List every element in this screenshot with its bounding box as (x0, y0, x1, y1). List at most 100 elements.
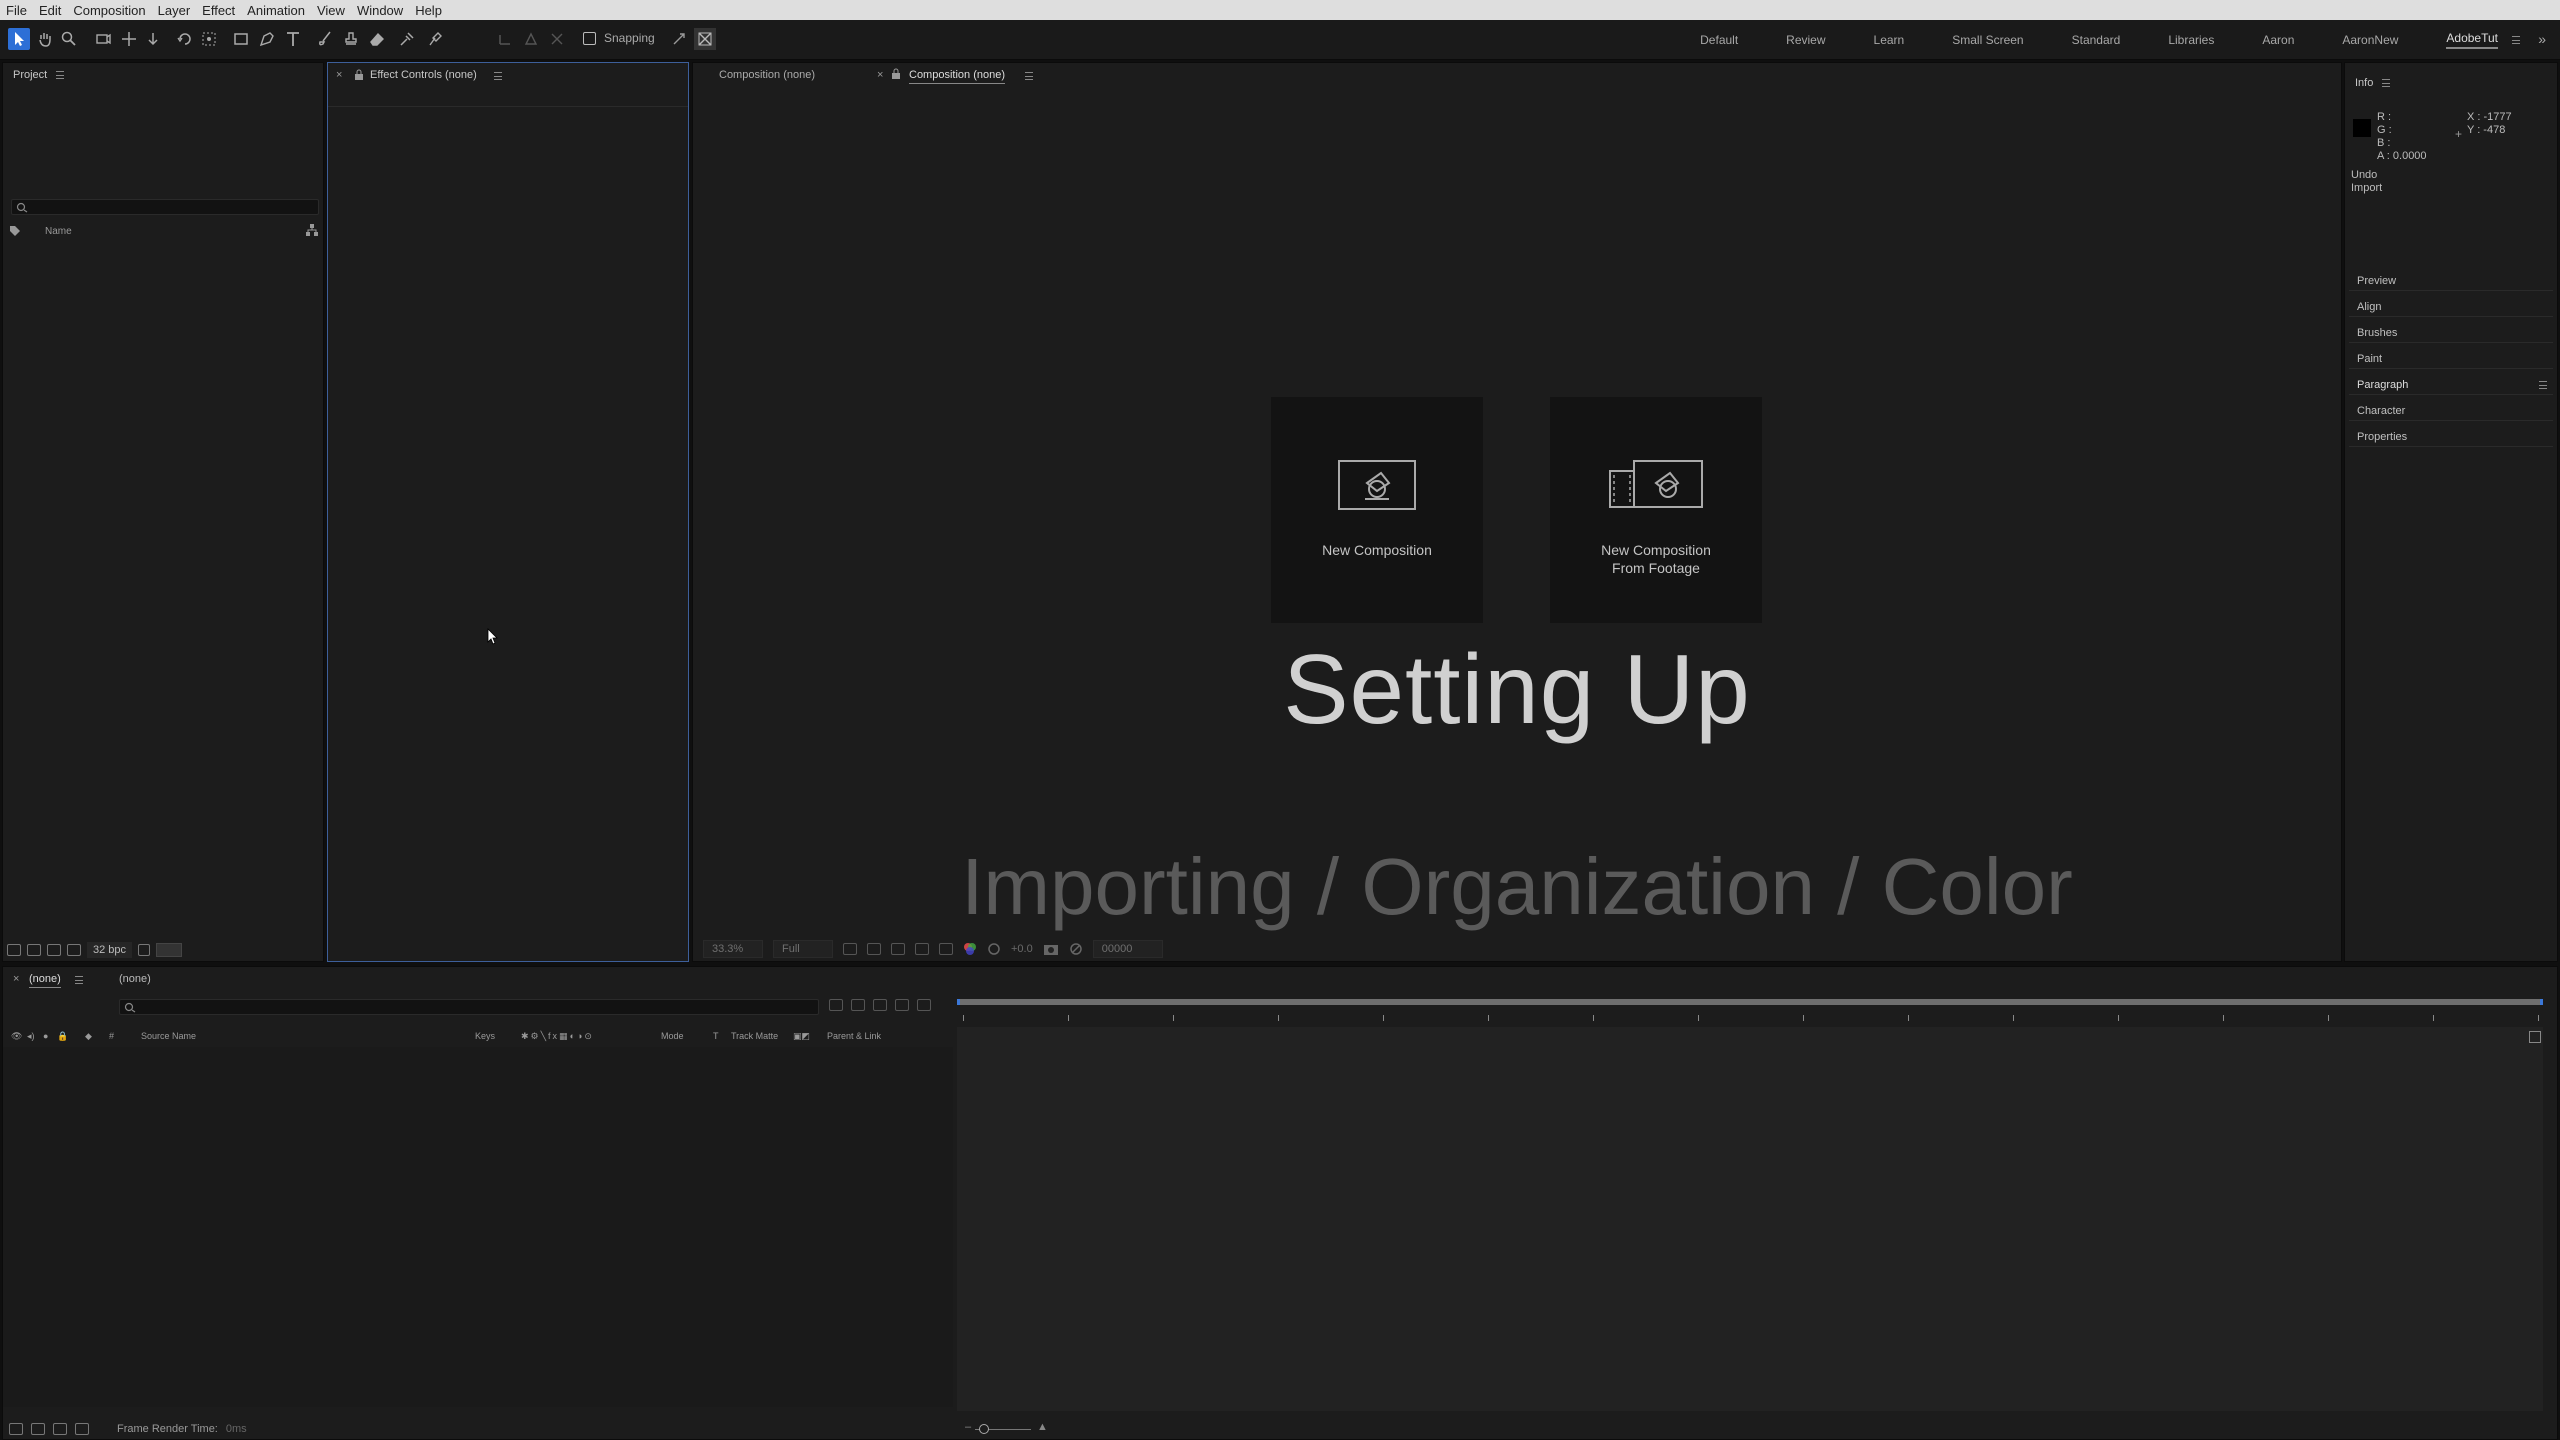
project-search-input[interactable] (11, 199, 319, 215)
frame-blending-icon[interactable] (895, 999, 909, 1011)
transparency-grid-icon[interactable] (867, 943, 881, 955)
brushes-panel-tab[interactable]: Brushes (2349, 323, 2553, 343)
in-out-toggle-icon[interactable] (53, 1423, 67, 1435)
workspace-menu-icon[interactable] (2512, 36, 2520, 44)
new-composition-icon[interactable] (47, 944, 61, 956)
menu-animation[interactable]: Animation (247, 3, 305, 18)
solo-icon[interactable]: ● (43, 1031, 48, 1041)
workspace-small-screen[interactable]: Small Screen (1952, 33, 2023, 47)
menu-composition[interactable]: Composition (73, 3, 145, 18)
timeline-tab-1[interactable]: (none) (29, 973, 61, 988)
project-menu-icon[interactable] (56, 71, 65, 80)
visibility-eye-icon[interactable]: 👁 (11, 1031, 22, 1042)
composition-tab-2[interactable]: Composition (none) (909, 69, 1005, 84)
snapping-checkbox[interactable] (583, 31, 596, 45)
align-panel-tab[interactable]: Align (2349, 297, 2553, 317)
source-name-header[interactable]: Source Name (141, 1031, 196, 1041)
pan-camera-icon[interactable] (118, 28, 140, 50)
new-folder-icon[interactable] (27, 944, 41, 956)
name-column-header[interactable]: Name (45, 226, 72, 237)
world-axis-icon[interactable] (520, 28, 542, 50)
menu-file[interactable]: File (6, 3, 27, 18)
flowchart-icon[interactable] (305, 223, 319, 237)
timeline-graph-area[interactable] (957, 991, 2543, 1411)
zoom-out-icon[interactable]: – (965, 1421, 971, 1433)
lock-icon[interactable]: 🔒 (57, 1031, 68, 1042)
color-channel-icon[interactable] (963, 942, 977, 956)
workspace-default[interactable]: Default (1700, 33, 1738, 47)
menu-layer[interactable]: Layer (158, 3, 191, 18)
adjust-settings-icon[interactable] (67, 944, 81, 956)
workspace-learn[interactable]: Learn (1874, 33, 1905, 47)
view-axis-icon[interactable] (546, 28, 568, 50)
exposure-value[interactable]: +0.0 (1011, 943, 1033, 955)
zoom-dropdown[interactable]: 33.3% (703, 940, 763, 958)
anchor-point-tool-icon[interactable] (198, 28, 220, 50)
channel-icon[interactable] (939, 943, 953, 955)
zoom-tool-icon[interactable] (58, 28, 80, 50)
lock-icon[interactable] (354, 69, 364, 80)
timeline-layer-list[interactable] (3, 1047, 953, 1407)
paint-panel-tab[interactable]: Paint (2349, 349, 2553, 369)
type-tool-icon[interactable] (282, 28, 304, 50)
snapshot-camera-icon[interactable] (1043, 942, 1059, 956)
motion-blur-icon[interactable] (917, 999, 931, 1011)
menu-edit[interactable]: Edit (39, 3, 61, 18)
zoom-in-icon[interactable]: ▲ (1037, 1421, 1048, 1433)
effect-controls-title[interactable]: Effect Controls (none) (370, 69, 477, 81)
thumbnail-swatch[interactable] (156, 943, 183, 957)
orbit-camera-icon[interactable] (92, 28, 114, 50)
interpret-footage-icon[interactable] (7, 944, 21, 956)
rotate-tool-icon[interactable] (174, 28, 196, 50)
work-area-bar[interactable] (957, 999, 2543, 1005)
effect-controls-menu-icon[interactable] (494, 72, 502, 80)
zoom-slider[interactable]: – ▲ (965, 1421, 1055, 1435)
timeline-tab-2[interactable]: (none) (119, 973, 151, 985)
menu-effect[interactable]: Effect (202, 3, 235, 18)
shy-layers-icon[interactable] (873, 999, 887, 1011)
guides-icon[interactable] (915, 943, 929, 955)
clone-stamp-icon[interactable] (340, 28, 362, 50)
audio-icon[interactable]: ◂) (27, 1031, 35, 1042)
menu-view[interactable]: View (317, 3, 345, 18)
render-time-toggle-icon[interactable] (75, 1423, 89, 1435)
preview-panel-tab[interactable]: Preview (2349, 271, 2553, 291)
label-tag-icon[interactable]: ◆ (85, 1031, 92, 1042)
time-ruler[interactable] (957, 991, 2543, 1027)
draft-3d-icon[interactable] (851, 999, 865, 1011)
close-icon[interactable]: × (13, 973, 19, 985)
comp-marker-bin-icon[interactable] (2529, 1031, 2541, 1043)
layer-switches-toggle-icon[interactable] (9, 1423, 23, 1435)
show-snapshot-icon[interactable] (1069, 942, 1083, 956)
composition-menu-icon[interactable] (1025, 72, 1033, 80)
workspace-aaron[interactable]: Aaron (2262, 33, 2294, 47)
composition-tab-1[interactable]: Composition (none) (719, 69, 815, 81)
workspace-review[interactable]: Review (1786, 33, 1825, 47)
layer-switches-icons[interactable]: ✱⚙╲fx▦◐◑⊙ (521, 1031, 594, 1042)
close-icon[interactable]: × (336, 69, 342, 81)
eraser-tool-icon[interactable] (366, 28, 388, 50)
timeline-menu-icon[interactable] (75, 976, 83, 984)
current-time-display[interactable]: 00000 (1092, 940, 1163, 958)
workspace-standard[interactable]: Standard (2072, 33, 2121, 47)
roto-brush-icon[interactable] (396, 28, 418, 50)
menu-help[interactable]: Help (415, 3, 442, 18)
paragraph-panel-tab[interactable]: Paragraph (2349, 375, 2553, 395)
properties-panel-tab[interactable]: Properties (2349, 427, 2553, 447)
snap-edge-icon[interactable] (668, 28, 690, 50)
dolly-camera-icon[interactable] (142, 28, 164, 50)
bit-depth-button[interactable]: 32 bpc (87, 942, 133, 958)
resolution-dropdown[interactable]: Full (773, 940, 833, 958)
label-tag-icon[interactable] (9, 225, 21, 237)
matte-icons[interactable]: ▣◩ (793, 1031, 810, 1042)
rectangle-tool-icon[interactable] (230, 28, 252, 50)
region-of-interest-icon[interactable] (843, 943, 857, 955)
pen-tool-icon[interactable] (256, 28, 278, 50)
brush-tool-icon[interactable] (314, 28, 336, 50)
hand-tool-icon[interactable] (34, 28, 56, 50)
lock-icon[interactable] (891, 68, 901, 79)
character-panel-tab[interactable]: Character (2349, 401, 2553, 421)
reset-exposure-icon[interactable] (987, 942, 1001, 956)
zoom-handle[interactable] (979, 1424, 989, 1434)
timeline-search-input[interactable] (119, 999, 819, 1015)
